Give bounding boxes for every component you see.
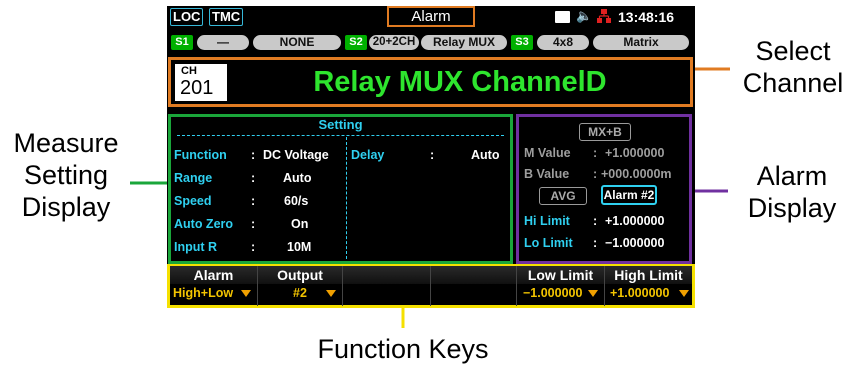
callout-line: Setting [23, 160, 109, 190]
callout-line: Channel [742, 68, 844, 98]
callout-line: Measure [13, 128, 119, 158]
callout-measure-setting: Measure Setting Display [4, 127, 128, 223]
callout-select-channel: Select Channel [733, 35, 853, 99]
callout-line: Alarm [756, 161, 828, 191]
callout-function-keys: Function Keys [317, 334, 489, 364]
callout-line: Display [21, 192, 111, 222]
callout-alarm-display: Alarm Display [731, 160, 853, 224]
callout-line: Select [755, 36, 831, 66]
callout-line: Display [747, 193, 837, 223]
